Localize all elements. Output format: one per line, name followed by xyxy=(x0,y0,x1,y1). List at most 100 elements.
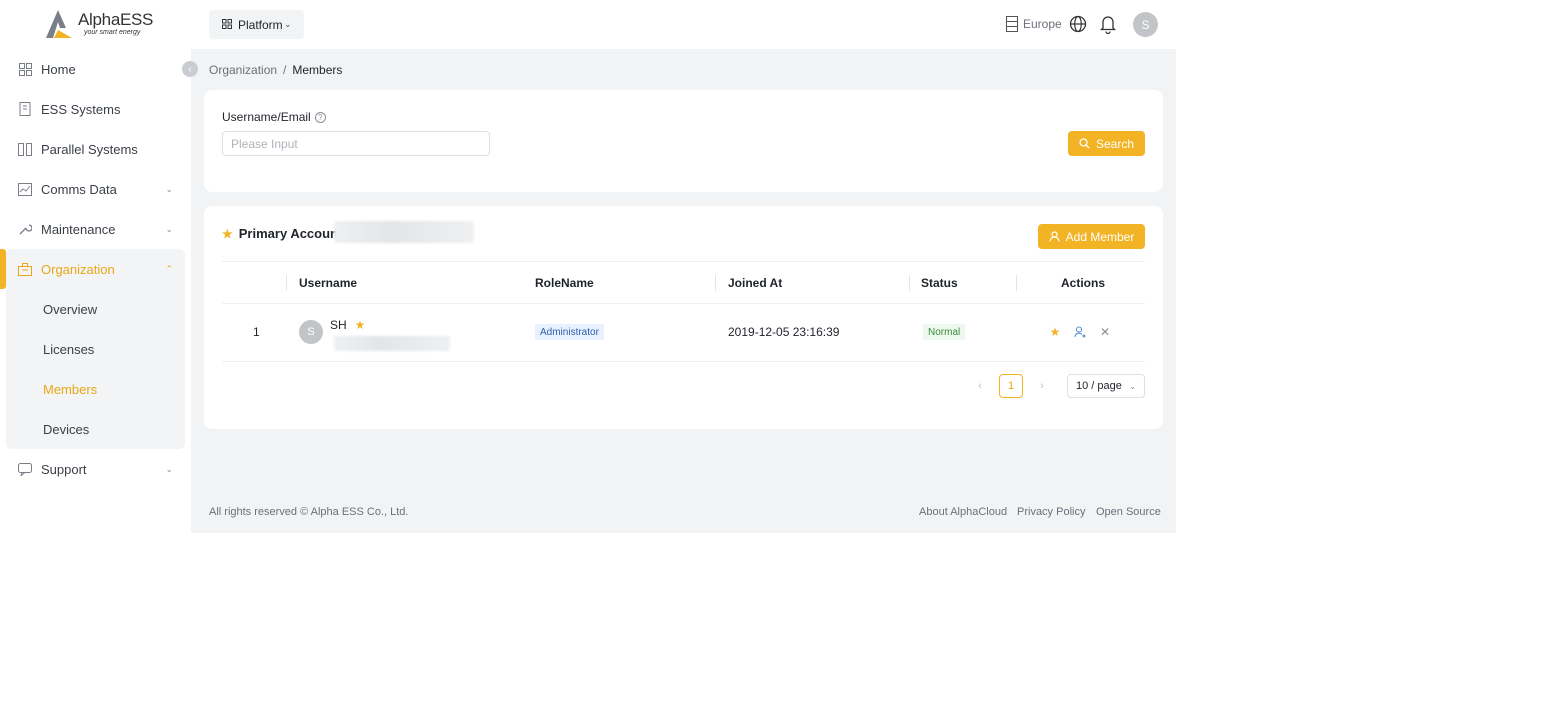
page-size-select[interactable]: 10 / page ⌄ xyxy=(1067,374,1145,398)
app-shell: AlphaESS your smart energy Home ESS Syst… xyxy=(0,0,1176,533)
sidebar-subitem-licenses[interactable]: Licenses xyxy=(43,329,94,369)
joined-at: 2019-12-05 23:16:39 xyxy=(728,325,840,339)
footer-link-open-source[interactable]: Open Source xyxy=(1096,506,1161,518)
sidebar-item-comms-data[interactable]: Comms Data ⌄ xyxy=(0,169,191,209)
divider xyxy=(222,303,1145,304)
breadcrumb-current: Members xyxy=(292,63,343,77)
page-size-value: 10 / page xyxy=(1076,380,1122,392)
sidebar-item-maintenance[interactable]: Maintenance ⌄ xyxy=(0,209,191,249)
column-header-status[interactable]: Status xyxy=(921,262,958,303)
user-avatar[interactable]: S xyxy=(1133,12,1158,37)
wrench-icon xyxy=(18,222,32,236)
chevron-down-icon: ⌄ xyxy=(165,223,173,234)
chart-icon xyxy=(18,182,32,196)
sidebar-subitem-devices[interactable]: Devices xyxy=(43,409,89,449)
sidebar-item-ess-systems[interactable]: ESS Systems xyxy=(0,89,191,129)
member-avatar: S xyxy=(299,320,323,344)
redacted-email xyxy=(334,336,450,351)
chevron-down-icon: ⌄ xyxy=(1129,381,1136,391)
footer-link-about[interactable]: About AlphaCloud xyxy=(919,506,1007,518)
breadcrumb: Organization / Members xyxy=(209,63,342,77)
add-member-label: Add Member xyxy=(1065,229,1135,244)
sidebar-item-label: ESS Systems xyxy=(41,101,121,117)
search-button[interactable]: Search xyxy=(1068,131,1145,156)
user-add-icon xyxy=(1049,231,1060,242)
prev-page-button[interactable]: ‹ xyxy=(970,376,990,396)
column-separator xyxy=(715,275,716,291)
field-label-text: Username/Email xyxy=(222,110,311,124)
footer-link-privacy[interactable]: Privacy Policy xyxy=(1017,506,1085,518)
transfer-user-icon[interactable] xyxy=(1073,325,1087,339)
column-header-joined-at[interactable]: Joined At xyxy=(728,262,782,303)
primary-account: ★ Primary Account xyxy=(222,226,342,241)
chevron-down-icon: ⌄ xyxy=(165,183,173,194)
members-card: ★ Primary Account Add Member Username Ro… xyxy=(204,206,1163,429)
search-button-label: Search xyxy=(1095,136,1135,151)
page-number-button[interactable]: 1 xyxy=(999,374,1023,398)
column-separator xyxy=(1016,275,1017,291)
sidebar-item-parallel-systems[interactable]: Parallel Systems xyxy=(0,129,191,169)
building-icon xyxy=(18,262,32,276)
sidebar-item-label: Parallel Systems xyxy=(41,141,138,157)
row-index: 1 xyxy=(253,325,260,339)
star-icon: ★ xyxy=(354,318,366,332)
platform-switcher-button[interactable]: Platform ⌄ xyxy=(209,10,304,39)
platform-label: Platform xyxy=(238,17,283,32)
member-username: SH ★ xyxy=(330,318,365,332)
sidebar-item-label: Organization xyxy=(41,261,115,277)
chevron-right-icon: › xyxy=(1040,380,1044,392)
chevron-down-icon: ⌄ xyxy=(284,19,292,29)
column-header-actions: Actions xyxy=(1061,275,1106,290)
status-badge: Normal xyxy=(923,324,966,340)
sidebar: AlphaESS your smart energy Home ESS Syst… xyxy=(0,0,191,533)
globe-icon[interactable] xyxy=(1069,15,1087,33)
star-icon: ★ xyxy=(222,226,233,241)
set-primary-star-icon[interactable]: ★ xyxy=(1048,325,1062,339)
chevron-up-icon: ⌃ xyxy=(165,263,173,274)
collapse-sidebar-button[interactable]: ‹ xyxy=(182,61,198,77)
column-separator xyxy=(909,275,910,291)
redacted-account xyxy=(334,221,474,243)
sidebar-item-label: Comms Data xyxy=(41,181,117,197)
column-separator xyxy=(286,275,287,291)
region-selector[interactable]: Europe xyxy=(1006,16,1062,32)
username-email-label: Username/Email ? xyxy=(222,110,326,124)
column-header-username[interactable]: Username xyxy=(299,262,357,303)
sidebar-subitem-overview[interactable]: Overview xyxy=(43,289,97,329)
bell-icon[interactable] xyxy=(1099,14,1117,34)
primary-account-label: Primary Account xyxy=(238,226,343,241)
sidebar-subitem-members[interactable]: Members xyxy=(43,369,97,409)
breadcrumb-parent[interactable]: Organization xyxy=(209,63,277,77)
breadcrumb-separator: / xyxy=(283,63,287,77)
search-card: Username/Email ? Search xyxy=(204,90,1163,192)
top-bar: Platform ⌄ Europe S xyxy=(191,0,1176,49)
sidebar-item-organization[interactable]: Organization ⌃ xyxy=(0,249,191,289)
grid-icon xyxy=(222,19,232,29)
brand-logo[interactable]: AlphaESS your smart energy xyxy=(44,8,154,40)
next-page-button[interactable]: › xyxy=(1032,376,1052,396)
sidebar-item-label: Home xyxy=(41,61,76,77)
region-label: Europe xyxy=(1023,17,1062,31)
chevron-down-icon: ⌄ xyxy=(165,463,173,474)
remove-member-icon[interactable]: ✕ xyxy=(1098,325,1112,339)
alphaess-logo-icon xyxy=(46,10,72,38)
search-icon xyxy=(1079,138,1090,149)
chat-icon xyxy=(18,462,32,476)
brand-name: AlphaESS xyxy=(78,10,154,29)
sidebar-item-support[interactable]: Support ⌄ xyxy=(0,449,191,489)
chevron-left-icon: ‹ xyxy=(188,63,192,75)
add-member-button[interactable]: Add Member xyxy=(1038,224,1145,249)
sidebar-item-label: Support xyxy=(41,461,87,477)
role-badge: Administrator xyxy=(535,324,604,340)
ess-icon xyxy=(18,102,32,116)
sidebar-item-label: Maintenance xyxy=(41,221,116,237)
divider xyxy=(222,261,1145,262)
help-icon[interactable]: ? xyxy=(314,111,326,123)
parallel-icon xyxy=(18,142,32,156)
column-header-rolename[interactable]: RoleName xyxy=(535,262,594,303)
divider xyxy=(222,361,1145,362)
sidebar-item-home[interactable]: Home xyxy=(0,49,191,89)
search-input[interactable] xyxy=(222,131,490,156)
footer-copyright: All rights reserved © Alpha ESS Co., Ltd… xyxy=(209,506,409,518)
home-icon xyxy=(18,62,32,76)
